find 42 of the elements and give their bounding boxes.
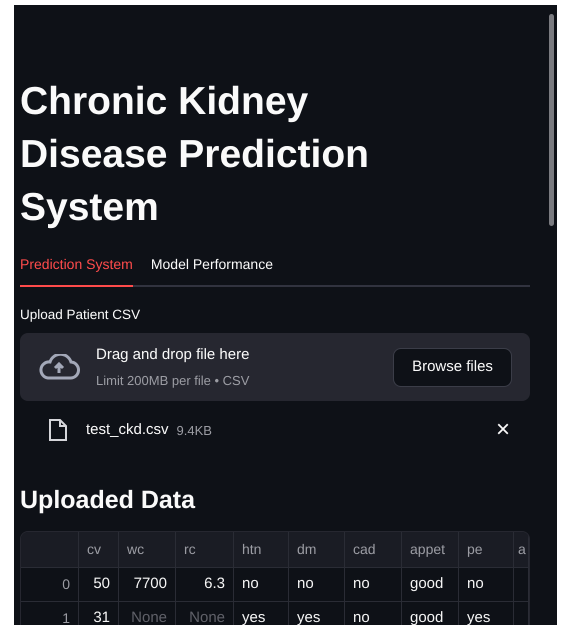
file-icon <box>48 418 68 442</box>
column-header: dm <box>289 532 345 567</box>
remove-file-button[interactable]: × <box>496 418 510 442</box>
column-header: appet <box>402 532 459 567</box>
table-cell: no <box>345 568 402 601</box>
table-cell: 50 <box>79 568 119 601</box>
row-index: 0 <box>21 568 79 601</box>
field-label: Upload Patient CSV <box>20 306 142 324</box>
table-cell: 7700 <box>119 568 176 601</box>
table-cell: yes <box>459 602 514 625</box>
table-cell: None <box>176 602 234 625</box>
page-title: Chronic Kidney Disease Prediction System <box>20 79 370 231</box>
table-cell: yes <box>234 602 289 625</box>
upload-limit-text: Limit 200MB per file • CSV <box>96 372 250 390</box>
table-cell: yes <box>289 602 345 625</box>
table-cell: 6.3 <box>176 568 234 601</box>
table-cell: None <box>119 602 176 625</box>
table-cell: no <box>234 568 289 601</box>
tab[interactable]: Prediction System <box>20 254 133 287</box>
table-cell: no <box>345 602 402 625</box>
column-header: pe <box>459 532 514 567</box>
column-header: rc <box>176 532 234 567</box>
column-header: cad <box>345 532 402 567</box>
drop-zone[interactable]: Drag and drop file here Limit 200MB per file • CSV Browse files <box>20 333 530 402</box>
browse-files-button[interactable]: Browse files <box>393 348 512 387</box>
file-name: test_ckd.csv <box>86 420 169 440</box>
drop-instruction: Drag and drop file here <box>96 345 250 366</box>
tab[interactable]: Model Performance <box>150 254 273 287</box>
table-cell: no <box>459 568 514 601</box>
row-index: 1 <box>21 602 79 625</box>
file-size: 9.4KB <box>176 422 212 440</box>
table-cell: good <box>402 568 459 601</box>
table-cell: 31 <box>79 602 119 625</box>
table-cell: good <box>402 602 459 625</box>
section-heading: Uploaded Data <box>20 485 196 516</box>
column-header: htn <box>234 532 289 567</box>
column-header: a <box>514 532 529 567</box>
cloud-upload-icon <box>38 354 80 380</box>
column-header: wc <box>119 532 176 567</box>
column-header: cv <box>79 532 119 567</box>
scrollbar-thumb[interactable] <box>549 14 554 226</box>
table-cell: no <box>289 568 345 601</box>
